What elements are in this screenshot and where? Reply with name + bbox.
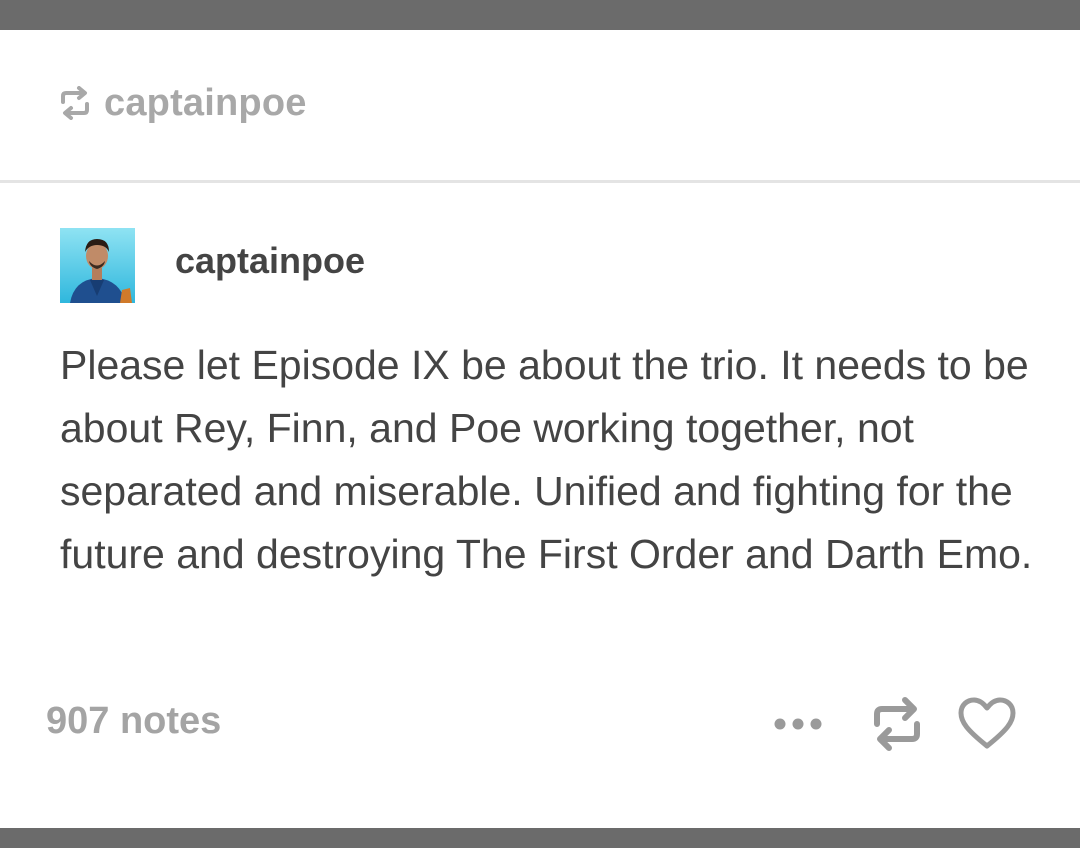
reblog-button[interactable] xyxy=(866,696,928,756)
more-options-button[interactable] xyxy=(770,696,830,756)
reblog-icon xyxy=(58,86,92,120)
post-card: captainpoe captainpoe Please let Episode… xyxy=(0,0,1080,848)
reblogged-from-username[interactable]: captainpoe xyxy=(104,82,307,125)
reblog-icon xyxy=(869,696,925,757)
like-button[interactable] xyxy=(956,696,1018,756)
post-author[interactable]: captainpoe xyxy=(175,240,365,282)
header-divider xyxy=(0,180,1080,183)
reblog-header[interactable]: captainpoe xyxy=(58,78,307,128)
ellipsis-icon xyxy=(770,714,830,739)
heart-icon xyxy=(957,696,1017,757)
bottom-frame-bar xyxy=(0,828,1080,848)
avatar[interactable] xyxy=(60,228,135,303)
top-frame-bar xyxy=(0,0,1080,30)
notes-count[interactable]: 907 notes xyxy=(46,700,221,743)
post-body-text: Please let Episode IX be about the trio.… xyxy=(60,342,1033,577)
post-actions xyxy=(770,696,1018,756)
